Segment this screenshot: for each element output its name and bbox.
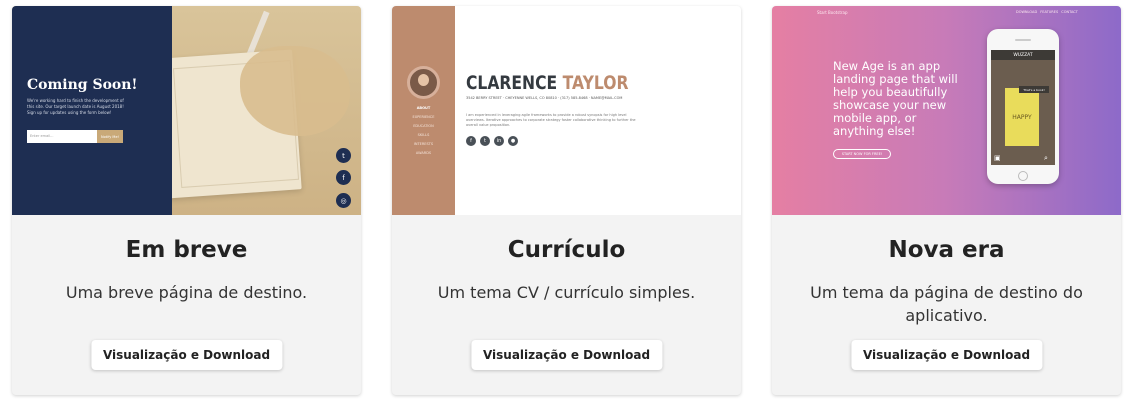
camera-icon: ▣ xyxy=(994,154,1001,162)
app-title: WUZZAT xyxy=(991,50,1055,60)
phone-speaker xyxy=(1015,39,1031,41)
theme-card-nova-era: Start Bootstrap DOWNLOAD FEATURES CONTAC… xyxy=(772,6,1121,395)
card-title: Em breve xyxy=(125,237,248,263)
preview-hero-text: New Age is an app landing page that will… xyxy=(833,59,958,138)
resume-address: 3542 BERRY STREET · CHEYENNE WELLS, CO 8… xyxy=(466,96,623,100)
resume-nav-item: INTERESTS xyxy=(413,142,434,146)
theme-card-em-breve: Coming Soon! We're working hard to finis… xyxy=(12,6,361,395)
linkedin-icon: in xyxy=(494,136,504,146)
twitter-icon: t xyxy=(480,136,490,146)
preview-brand: Start Bootstrap xyxy=(817,10,848,15)
preview-text: We're working hard to finish the develop… xyxy=(27,98,124,115)
resume-sidebar: ABOUT EXPERIENCE EDUCATION SKILLS INTERE… xyxy=(392,6,455,215)
resume-nav-item: AWARDS xyxy=(415,151,432,155)
preview-notify-button: Notify Me! xyxy=(97,130,123,143)
theme-preview-new-age[interactable]: Start Bootstrap DOWNLOAD FEATURES CONTAC… xyxy=(772,6,1121,215)
resume-nav-item: EDUCATION xyxy=(413,124,434,128)
preview-download-button[interactable]: Visualização e Download xyxy=(850,340,1043,370)
resume-first-name: CLARENCE xyxy=(466,72,558,94)
resume-nav-item: EXPERIENCE xyxy=(412,115,435,119)
book-illustration: HAPPY xyxy=(1005,88,1039,146)
phone-screen: WUZZAT HAPPY That's a book! ▣ ⌕ xyxy=(991,50,1055,165)
avatar xyxy=(407,66,440,99)
preview-download-button[interactable]: Visualização e Download xyxy=(90,340,283,370)
app-badge: That's a book! xyxy=(1019,86,1049,93)
facebook-icon: f xyxy=(336,170,351,185)
card-title: Currículo xyxy=(507,237,626,263)
resume-nav-item: SKILLS xyxy=(417,133,430,137)
resume-about: I am experienced in leveraging agile fra… xyxy=(466,113,636,127)
search-icon: ⌕ xyxy=(1044,154,1048,162)
preview-nav: DOWNLOAD FEATURES CONTACT xyxy=(1016,10,1078,14)
phone-home-button xyxy=(1018,171,1028,181)
card-description: Um tema da página de destino do aplicati… xyxy=(810,283,1083,325)
theme-gallery: Coming Soon! We're working hard to finis… xyxy=(0,0,1131,404)
card-title: Nova era xyxy=(888,237,1005,263)
card-description: Uma breve página de destino. xyxy=(65,283,308,302)
facebook-icon: f xyxy=(466,136,476,146)
github-icon: ● xyxy=(508,136,518,146)
preview-start-button: START NOW FOR FREE! xyxy=(833,149,891,159)
preview-download-button[interactable]: Visualização e Download xyxy=(470,340,663,370)
phone-mockup: WUZZAT HAPPY That's a book! ▣ ⌕ xyxy=(987,29,1059,184)
theme-card-curriculo: ABOUT EXPERIENCE EDUCATION SKILLS INTERE… xyxy=(392,6,741,395)
theme-preview-coming-soon[interactable]: Coming Soon! We're working hard to finis… xyxy=(12,6,361,215)
resume-last-name: TAYLOR xyxy=(562,72,629,94)
twitter-icon: t xyxy=(336,148,351,163)
instagram-icon: ◎ xyxy=(336,193,351,208)
resume-name: CLARENCE TAYLOR xyxy=(466,72,629,94)
preview-heading: Coming Soon! xyxy=(27,77,138,93)
theme-preview-resume[interactable]: ABOUT EXPERIENCE EDUCATION SKILLS INTERE… xyxy=(392,6,741,215)
preview-email-field: Enter email... xyxy=(27,130,97,143)
card-description: Um tema CV / currículo simples. xyxy=(437,283,696,302)
resume-nav-item: ABOUT xyxy=(416,106,431,110)
